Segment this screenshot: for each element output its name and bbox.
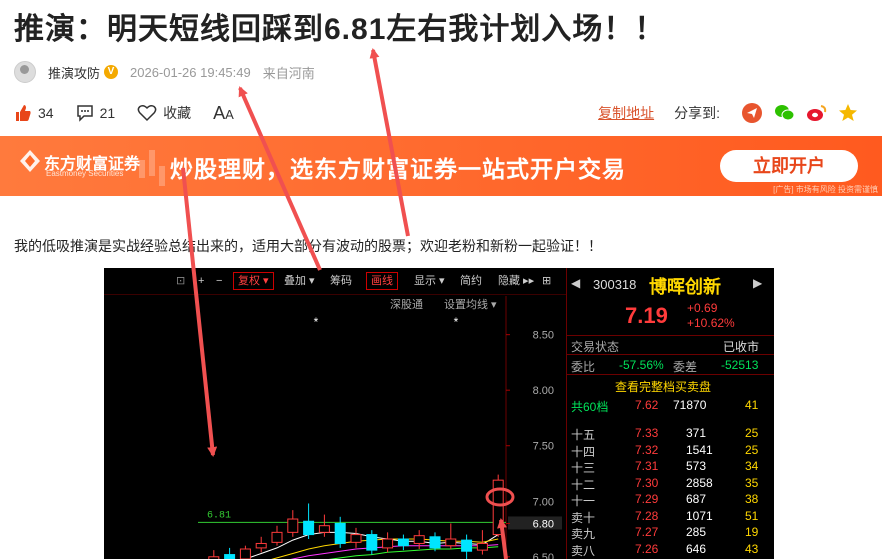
wechat-icon[interactable]: [774, 103, 795, 123]
support-line-label: 6.81: [207, 510, 231, 521]
order-book-row: 十五 7.33 371 25: [571, 426, 759, 442]
candle-body: [287, 518, 299, 533]
total-levels-row: 共60档 7.62 71870 41: [571, 398, 759, 414]
prev-stock-icon[interactable]: ◀: [571, 276, 580, 290]
order-book-row: 卖八 7.26 646 43: [571, 541, 759, 558]
weibi-label: 委比: [571, 360, 596, 374]
star-icon[interactable]: [838, 103, 858, 123]
order-book-row: 卖九 7.27 285 19: [571, 525, 759, 541]
candle-body: [334, 522, 346, 544]
stock-name: 博晖创新: [649, 277, 721, 297]
weibi-value: -57.56%: [619, 358, 664, 372]
verified-badge-icon: V: [104, 65, 119, 79]
open-account-button[interactable]: 立即开户: [720, 150, 858, 182]
candle-body: [461, 539, 473, 552]
banner-slogan: 炒股理财，选东方财富证券一站式开户交易: [170, 156, 626, 182]
next-stock-icon[interactable]: ▶: [753, 276, 762, 290]
order-book-row: 卖十 7.28 1071 51: [571, 508, 759, 525]
price-tick-label: 6.80: [533, 518, 554, 530]
stock-chart-image: ⊡ + − 复权 ▾ 叠加 ▾ 筹码 画线 显示 ▾ 简约 隐藏 ▸▸ ⊞ 深股…: [104, 268, 774, 559]
telegram-style-icon[interactable]: [742, 103, 762, 123]
weicha-label: 委差: [673, 360, 698, 374]
avatar[interactable]: [14, 61, 36, 83]
weibo-icon[interactable]: [806, 103, 827, 123]
favorite-button[interactable]: 收藏: [137, 103, 191, 123]
candle-body: [239, 548, 251, 559]
price-tick-label: 8.50: [533, 330, 554, 342]
candle-body: [350, 534, 362, 543]
article-meta: 推演攻防 V 2026-01-26 19:45:49 来自河南: [14, 61, 315, 83]
candle-body: [224, 554, 236, 559]
banner-disclaimer: [广告] 市场有风险 投资需谨慎: [773, 185, 878, 194]
publish-timestamp: 2026-01-26 19:45:49: [130, 64, 251, 80]
candlestick-chart: 8.50 8.00 7.50 7.00 6.80 6.50 6.81 * *: [198, 296, 562, 559]
candle-body: [318, 525, 330, 533]
stock-code: 300318: [593, 277, 637, 292]
candle-body: [397, 538, 409, 547]
price-tick-label: 8.00: [533, 385, 554, 397]
order-book-row: 十三 7.31 573 34: [571, 459, 759, 475]
comment-icon: [76, 105, 93, 122]
candle-body: [492, 479, 504, 536]
last-price: 7.19: [625, 303, 668, 328]
event-star-icon: *: [454, 315, 459, 329]
candle-body: [271, 531, 283, 543]
action-bar: 34 21 收藏 AA: [14, 101, 256, 125]
price-change-pct: +10.62%: [687, 316, 735, 330]
moving-average-line: [290, 544, 499, 559]
article-title: 推演：明天短线回踩到6.81左右我计划入场！！: [14, 13, 666, 46]
candle-body: [382, 538, 394, 549]
copy-link[interactable]: 复制地址: [598, 103, 654, 123]
heart-icon: [137, 105, 157, 122]
price-tick-label: 6.50: [533, 552, 554, 559]
share-bar: 复制地址 分享到:: [598, 101, 858, 125]
like-button[interactable]: 34: [14, 104, 54, 122]
eastmoney-logo-icon: [20, 150, 40, 172]
order-book-row: 十四 7.32 1541 25: [571, 442, 759, 459]
trade-status-value: 已收市: [723, 340, 760, 354]
like-count: 34: [38, 105, 54, 121]
price-tick-label: 7.50: [533, 441, 554, 453]
favorite-label: 收藏: [163, 105, 192, 121]
comment-count: 21: [99, 105, 116, 121]
candle-body: [366, 534, 378, 551]
share-label: 分享到:: [674, 105, 720, 121]
candle-body: [476, 542, 488, 551]
author-name[interactable]: 推演攻防: [48, 63, 100, 82]
candle-body: [303, 520, 315, 536]
font-size-icon: AA: [213, 102, 234, 123]
publish-location: 来自河南: [262, 65, 315, 81]
quote-panel: ◀ 300318 博晖创新 ▶ 7.19 +0.69 +10.62% 交易状态 …: [566, 268, 774, 559]
event-star-icon: *: [314, 315, 319, 329]
price-change: +0.69: [687, 301, 718, 315]
ad-banner[interactable]: 东方财富证券 Eastmoney Securities 炒股理财，选东方财富证券…: [0, 136, 882, 196]
trade-status-label: 交易状态: [571, 340, 620, 354]
candle-body: [445, 538, 457, 547]
candle-body: [429, 536, 441, 549]
order-book-row: 十二 7.30 2858 35: [571, 475, 759, 492]
font-size-button[interactable]: AA: [213, 103, 234, 124]
price-tick-label: 7.00: [533, 496, 554, 508]
order-book-row: 十一 7.29 687 38: [571, 492, 759, 508]
like-icon: [16, 105, 31, 121]
weicha-value: -52513: [721, 358, 759, 372]
banner-logo-subtext: Eastmoney Securities: [46, 169, 124, 178]
comment-button[interactable]: 21: [76, 104, 116, 122]
candle-body: [255, 542, 267, 549]
candle-decoration-icon: [139, 150, 165, 186]
article-body-text: 我的低吸推演是实战经验总结出来的，适用大部分有波动的股票；欢迎老粉和新粉一起验证…: [14, 238, 602, 254]
candle-body: [413, 535, 425, 544]
full-book-link[interactable]: 查看完整档买卖盘: [615, 378, 711, 395]
